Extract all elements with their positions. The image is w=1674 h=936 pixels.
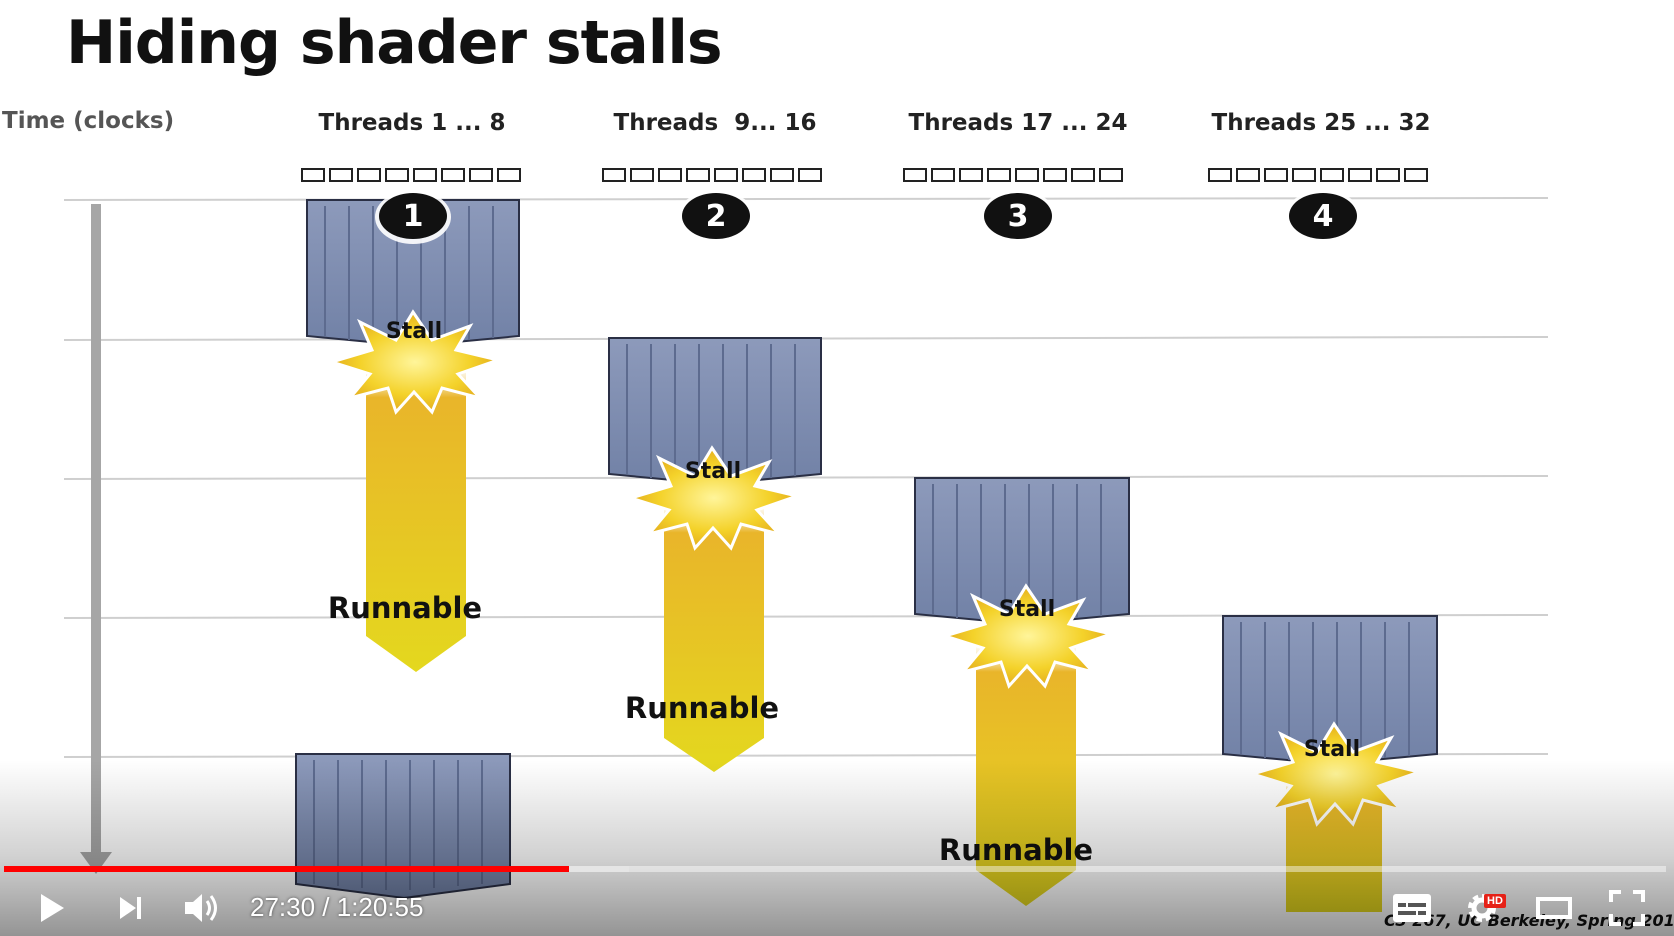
runnable-label-1: Runnable	[328, 591, 482, 625]
progress-played	[4, 866, 570, 872]
stall-label-2: Stall	[685, 459, 741, 484]
theater-mode-icon	[1536, 897, 1572, 919]
fullscreen-button[interactable]	[1603, 884, 1651, 932]
group-badge-1: 1	[375, 190, 451, 244]
runnable-arrow-1	[366, 360, 466, 672]
theater-mode-button[interactable]	[1530, 884, 1578, 932]
runnable-label-2: Runnable	[625, 691, 779, 725]
video-frame[interactable]: Hiding shader stalls Time (clocks) Threa…	[0, 0, 1674, 936]
hd-badge: HD	[1484, 894, 1506, 908]
thread-squares	[301, 168, 1428, 182]
time-display: 27:30 / 1:20:55	[250, 892, 424, 922]
lane-1	[295, 199, 520, 900]
runnable-label-3: Runnable	[939, 833, 1093, 867]
stall-label-1: Stall	[386, 319, 442, 344]
group-number-1: 1	[403, 199, 424, 234]
next-button[interactable]	[107, 884, 155, 932]
volume-button[interactable]	[178, 884, 226, 932]
thread-timeline-diagram: 1 2 3 4 Stall Stall Stall Stall Runnable…	[63, 168, 1549, 912]
group-number-3: 3	[1008, 199, 1029, 234]
group-number-2: 2	[706, 199, 727, 234]
group-badge-3: 3	[980, 190, 1056, 244]
group-number-4: 4	[1313, 199, 1334, 234]
volume-icon	[185, 894, 217, 922]
runnable-arrow-2	[664, 500, 764, 772]
subtitles-button[interactable]	[1388, 884, 1436, 932]
play-icon	[41, 894, 64, 922]
progress-bar[interactable]	[4, 866, 1666, 872]
bottom-execution-block-1	[295, 753, 511, 900]
subtitles-icon	[1393, 894, 1431, 922]
play-button[interactable]	[26, 884, 74, 932]
fullscreen-icon	[1609, 890, 1645, 926]
group-badge-2: 2	[678, 190, 754, 244]
time-axis-arrow	[80, 204, 112, 874]
settings-button[interactable]	[1458, 884, 1506, 932]
next-icon	[120, 897, 141, 919]
group-badge-4: 4	[1285, 190, 1361, 244]
stall-label-4: Stall	[1304, 737, 1360, 762]
stall-label-3: Stall	[999, 597, 1055, 622]
